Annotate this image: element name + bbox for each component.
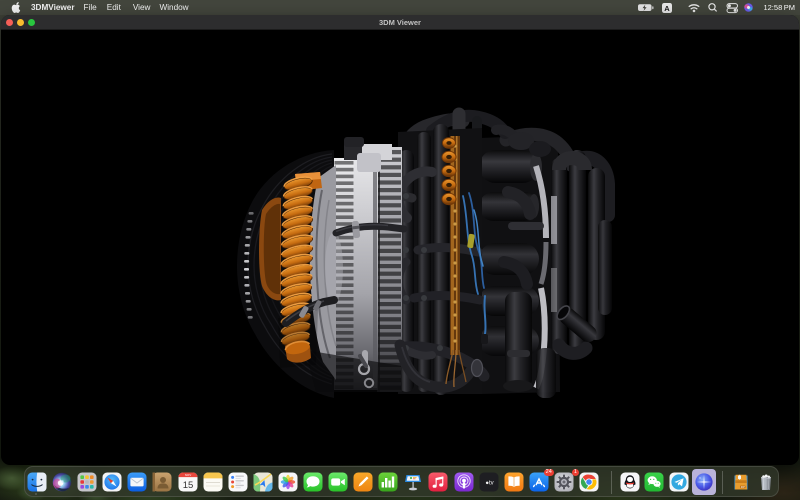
svg-text:ZIP: ZIP	[741, 484, 745, 488]
svg-text:A: A	[665, 4, 671, 13]
svg-text:15: 15	[182, 480, 193, 491]
svg-text:●tv: ●tv	[485, 480, 493, 486]
svg-text:NOV: NOV	[184, 473, 191, 477]
